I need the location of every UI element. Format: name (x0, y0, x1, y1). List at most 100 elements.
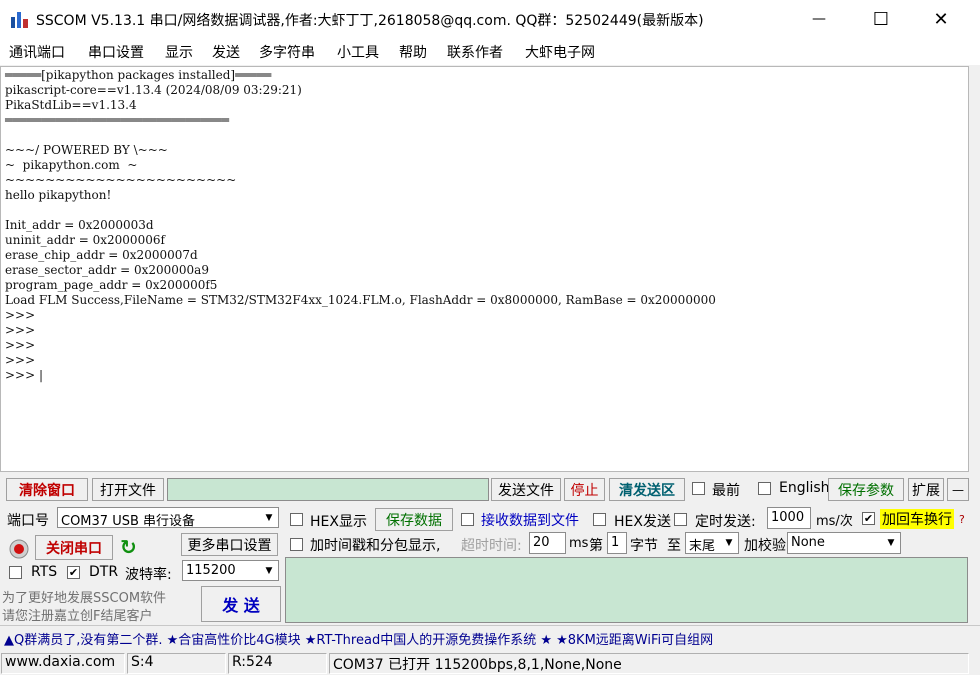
promo-line-1[interactable]: 为了更好地发展SSCOM软件 (2, 587, 166, 606)
file-path-input[interactable] (167, 478, 489, 501)
byte-to-select[interactable]: 末尾 ▼ (685, 532, 739, 554)
timestamp-label: 加时间戳和分包显示, (310, 538, 441, 554)
receive-console[interactable]: ═════[pikapython packages installed]════… (0, 66, 969, 472)
stop-button[interactable]: 停止 (564, 478, 605, 501)
dtr-checkbox[interactable]: ✔ (67, 566, 80, 579)
baud-label: 波特率: (125, 567, 172, 583)
console-line: erase_sector_addr = 0x200000a9 (5, 263, 209, 277)
byte-unit-label: 字节 (630, 538, 658, 554)
console-output: ═════[pikapython packages installed]════… (5, 68, 716, 383)
clear-send-area-button[interactable]: 清发送区 (609, 478, 685, 501)
checksum-label: 加校验 (744, 538, 786, 554)
timed-send-checkbox[interactable] (674, 513, 687, 526)
promo-line-2[interactable]: 请您注册嘉立创F结尾客户 (2, 605, 152, 624)
chevron-down-icon: ▼ (265, 566, 273, 576)
save-data-button[interactable]: 保存数据 (375, 508, 453, 531)
collapse-icon: — (952, 482, 964, 497)
add-crlf-checkbox[interactable]: ✔ (862, 512, 875, 525)
send-file-label: 发送文件 (498, 482, 554, 499)
status-sent-count: S:4 (127, 653, 226, 674)
console-line: ═════[pikapython packages installed]════… (5, 68, 272, 82)
maximize-button[interactable]: ☐ (858, 0, 904, 38)
port-value: COM37 USB 串行设备 (61, 514, 196, 528)
refresh-icon[interactable]: ↻ (120, 535, 137, 559)
status-bar: www.daxia.com S:4 R:524 COM37 已打开 115200… (0, 651, 980, 675)
menu-contact-author[interactable]: 联系作者 (447, 42, 503, 62)
close-port-button[interactable]: 关闭串口 (35, 535, 113, 560)
menu-send[interactable]: 发送 (212, 42, 240, 62)
console-line: uninit_addr = 0x2000006f (5, 233, 165, 247)
rts-label: RTS (31, 564, 58, 580)
maximize-icon: ☐ (872, 8, 890, 30)
recv-to-file-checkbox[interactable] (461, 513, 474, 526)
send-label: 发 送 (222, 596, 260, 615)
port-select[interactable]: COM37 USB 串行设备 ▼ (57, 507, 279, 528)
menu-help[interactable]: 帮助 (399, 42, 427, 62)
menu-multi-string[interactable]: 多字符串 (259, 42, 315, 62)
clear-send-area-label: 清发送区 (619, 482, 675, 499)
topmost-label: 最前 (712, 483, 740, 499)
hex-display-label: HEX显示 (310, 514, 367, 530)
interval-input[interactable]: 1000 (767, 507, 811, 529)
timed-send-label: 定时发送: (695, 514, 756, 530)
byte-from-label: 第 (589, 538, 603, 554)
news-ticker: ▲Q群满员了,没有第二个群. ★合宙高性价比4G模块 ★RT-Thread中国人… (0, 625, 980, 649)
console-line: Init_addr = 0x2000003d (5, 218, 154, 232)
console-line: ~~~~~~~~~~~~~~~~~~~~~~~ (5, 173, 237, 187)
to-label: 至 (667, 538, 681, 554)
ticker-text[interactable]: ▲Q群满员了,没有第二个群. ★合宙高性价比4G模块 ★RT-Thread中国人… (4, 629, 713, 648)
help-icon[interactable]: ? (959, 513, 965, 526)
byte-from-input[interactable]: 1 (607, 532, 627, 554)
app-icon (11, 12, 28, 28)
open-file-label: 打开文件 (100, 482, 156, 499)
console-line: hello pikapython! (5, 188, 112, 202)
port-label: 端口号 (7, 513, 49, 529)
console-line: ~ pikapython.com ~ (5, 158, 138, 172)
recv-to-file-label: 接收数据到文件 (481, 513, 579, 529)
save-params-button[interactable]: 保存参数 (828, 478, 904, 501)
console-scrollbar[interactable] (969, 66, 980, 472)
clear-window-button[interactable]: 清除窗口 (6, 478, 88, 501)
more-port-settings-label: 更多串口设置 (187, 537, 272, 554)
close-icon: ✕ (933, 8, 949, 30)
close-port-label: 关闭串口 (46, 540, 102, 557)
topmost-checkbox[interactable] (692, 482, 705, 495)
menu-display[interactable]: 显示 (165, 42, 193, 62)
chevron-down-icon: ▼ (265, 513, 273, 523)
menu-comm-port[interactable]: 通讯端口 (9, 42, 65, 62)
more-port-settings-button[interactable]: 更多串口设置 (181, 533, 278, 556)
hex-send-checkbox[interactable] (593, 513, 606, 526)
status-website[interactable]: www.daxia.com (1, 653, 125, 674)
console-line: ~~~/ POWERED BY \~~~ (5, 143, 168, 157)
minimize-button[interactable]: — (796, 0, 842, 38)
send-file-button[interactable]: 发送文件 (491, 478, 561, 501)
timeout-input[interactable]: 20 (529, 532, 566, 554)
dtr-label: DTR (89, 564, 119, 580)
status-received-count: R:524 (228, 653, 327, 674)
menu-serial-settings[interactable]: 串口设置 (88, 42, 144, 62)
baud-select[interactable]: 115200 ▼ (182, 560, 279, 581)
menu-bar: 通讯端口 串口设置 显示 发送 多字符串 小工具 帮助 联系作者 大虾电子网 (0, 38, 980, 65)
clear-window-label: 清除窗口 (19, 482, 75, 499)
open-file-button[interactable]: 打开文件 (92, 478, 164, 501)
rts-checkbox[interactable] (9, 566, 22, 579)
minimize-icon: — (812, 11, 826, 27)
console-line: >>> (5, 353, 36, 367)
console-line: erase_chip_addr = 0x2000007d (5, 248, 198, 262)
collapse-button[interactable]: — (947, 478, 969, 501)
hex-send-label: HEX发送 (614, 514, 671, 530)
english-checkbox[interactable] (758, 482, 771, 495)
hex-display-checkbox[interactable] (290, 513, 303, 526)
send-button[interactable]: 发 送 (201, 586, 281, 622)
close-button[interactable]: ✕ (918, 0, 964, 38)
menu-tools[interactable]: 小工具 (337, 42, 379, 62)
byte-to-value: 末尾 (689, 539, 716, 554)
menu-daxia-site[interactable]: 大虾电子网 (525, 42, 595, 62)
console-line: ═══════════════════════════════ (5, 113, 229, 127)
checksum-select[interactable]: None ▼ (787, 532, 901, 554)
window-title: SSCOM V5.13.1 串口/网络数据调试器,作者:大虾丁丁,2618058… (36, 13, 704, 29)
timestamp-checkbox[interactable] (290, 538, 303, 551)
expand-button[interactable]: 扩展 (908, 478, 944, 501)
send-textarea[interactable] (285, 557, 968, 623)
